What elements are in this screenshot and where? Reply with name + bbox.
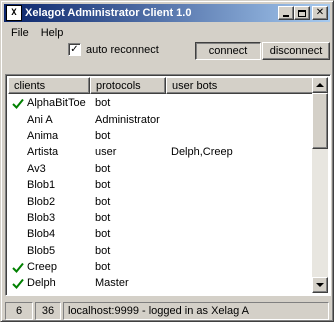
empty-status-slot (11, 113, 25, 127)
client-name: Av3 (27, 162, 46, 175)
arrow-up-icon (316, 83, 324, 87)
client-name: Ani A (27, 113, 53, 126)
protocol-cell: user (95, 146, 117, 159)
client-cell: Delph (8, 276, 90, 290)
scroll-thumb[interactable] (312, 93, 328, 149)
list-item[interactable]: Blob4 bot (8, 226, 314, 242)
client-name: Creep (27, 261, 57, 274)
protocol-cell: bot (95, 179, 111, 192)
close-button[interactable]: ✕ (312, 6, 328, 20)
protocol-cell: bot (95, 97, 111, 110)
list-item[interactable]: Delph Master (8, 275, 314, 291)
client-cell: Blob1 (8, 178, 90, 192)
list-item[interactable]: Blob3 bot (8, 210, 314, 226)
client-name: Delph (27, 277, 56, 290)
client-cell: Creep (8, 260, 90, 274)
client-cell: Ani A (8, 113, 90, 127)
empty-status-slot (11, 244, 25, 258)
protocol-cell: bot (95, 129, 111, 142)
client-cell: Anima (8, 129, 90, 143)
protocol-cell: bot (95, 162, 111, 175)
empty-status-slot (11, 178, 25, 192)
protocol-cell: bot (95, 195, 111, 208)
app-window: X Xelagot Administrator Client 1.0 ✕ Fil… (0, 0, 334, 322)
client-name: Blob1 (27, 179, 56, 192)
protocol-cell: Administrator (95, 113, 160, 126)
empty-status-slot (11, 211, 25, 225)
menu-bar: File Help (5, 24, 69, 42)
disconnect-button[interactable]: disconnect (262, 42, 330, 60)
list-item[interactable]: Creep bot (8, 259, 314, 275)
empty-status-slot (11, 162, 25, 176)
client-cell: Blob2 (8, 195, 90, 209)
menu-help[interactable]: Help (35, 25, 70, 41)
empty-status-slot (11, 145, 25, 159)
user-bots-cell: Delph,Creep (171, 146, 233, 159)
connect-button[interactable]: connect (195, 42, 261, 60)
minimize-icon (283, 14, 289, 17)
client-name: Blob5 (27, 244, 56, 257)
list-header: clients protocols user bots (8, 77, 314, 94)
column-header-clients[interactable]: clients (8, 77, 90, 94)
protocol-cell: bot (95, 211, 111, 224)
status-count-1: 6 (5, 302, 33, 320)
check-icon (11, 260, 25, 274)
client-name: AlphaBitToe (27, 97, 86, 110)
close-icon: ✕ (315, 7, 325, 18)
status-message: localhost:9999 - logged in as Xelag A (63, 302, 329, 320)
client-cell: Blob5 (8, 244, 90, 258)
auto-reconnect-option[interactable]: ✓ auto reconnect (68, 43, 159, 56)
status-bar: 6 36 localhost:9999 - logged in as Xelag… (5, 302, 331, 320)
clients-list[interactable]: clients protocols user bots AlphaBitToe b… (5, 74, 331, 296)
auto-reconnect-checkbox[interactable]: ✓ (68, 43, 81, 56)
app-icon[interactable]: X (6, 5, 22, 21)
client-cell: Av3 (8, 162, 90, 176)
empty-status-slot (11, 227, 25, 241)
maximize-icon (298, 9, 306, 17)
scroll-up-button[interactable] (312, 77, 328, 93)
scroll-down-button[interactable] (312, 277, 328, 293)
client-cell: Blob3 (8, 211, 90, 225)
title-bar[interactable]: X Xelagot Administrator Client 1.0 ✕ (4, 4, 330, 22)
check-icon (11, 276, 25, 290)
column-header-protocols[interactable]: protocols (90, 77, 166, 94)
list-item[interactable]: Av3 bot (8, 161, 314, 177)
list-item[interactable]: Ani A Administrator (8, 111, 314, 127)
client-name: Blob3 (27, 211, 56, 224)
client-name: Blob4 (27, 228, 56, 241)
client-name: Artista (27, 146, 59, 159)
client-cell: AlphaBitToe (8, 96, 90, 110)
protocol-cell: Master (95, 277, 129, 290)
column-header-user-bots[interactable]: user bots (166, 77, 314, 94)
protocol-cell: bot (95, 228, 111, 241)
window-title: Xelagot Administrator Client 1.0 (25, 7, 192, 19)
check-icon (11, 96, 25, 110)
minimize-button[interactable] (278, 6, 294, 20)
empty-status-slot (11, 195, 25, 209)
client-cell: Blob4 (8, 227, 90, 241)
protocol-cell: bot (95, 261, 111, 274)
protocol-cell: bot (95, 244, 111, 257)
vertical-scrollbar[interactable] (312, 77, 328, 293)
client-name: Anima (27, 129, 59, 142)
menu-file[interactable]: File (5, 25, 35, 41)
list-item[interactable]: Anima bot (8, 128, 314, 144)
empty-status-slot (11, 129, 25, 143)
maximize-button[interactable] (294, 6, 310, 20)
status-count-2: 36 (35, 302, 61, 320)
arrow-down-icon (316, 283, 324, 287)
list-item[interactable]: AlphaBitToe bot (8, 95, 314, 111)
list-item[interactable]: Blob1 bot (8, 177, 314, 193)
client-cell: Artista (8, 145, 90, 159)
auto-reconnect-label: auto reconnect (86, 43, 159, 56)
list-item[interactable]: Artista user Delph,Creep (8, 144, 314, 160)
list-rows: AlphaBitToe bot Ani A Administrator Anima bot… (8, 95, 314, 292)
checkmark-icon: ✓ (70, 43, 79, 55)
list-item[interactable]: Blob5 bot (8, 243, 314, 259)
client-name: Blob2 (27, 195, 56, 208)
list-item[interactable]: Blob2 bot (8, 193, 314, 209)
